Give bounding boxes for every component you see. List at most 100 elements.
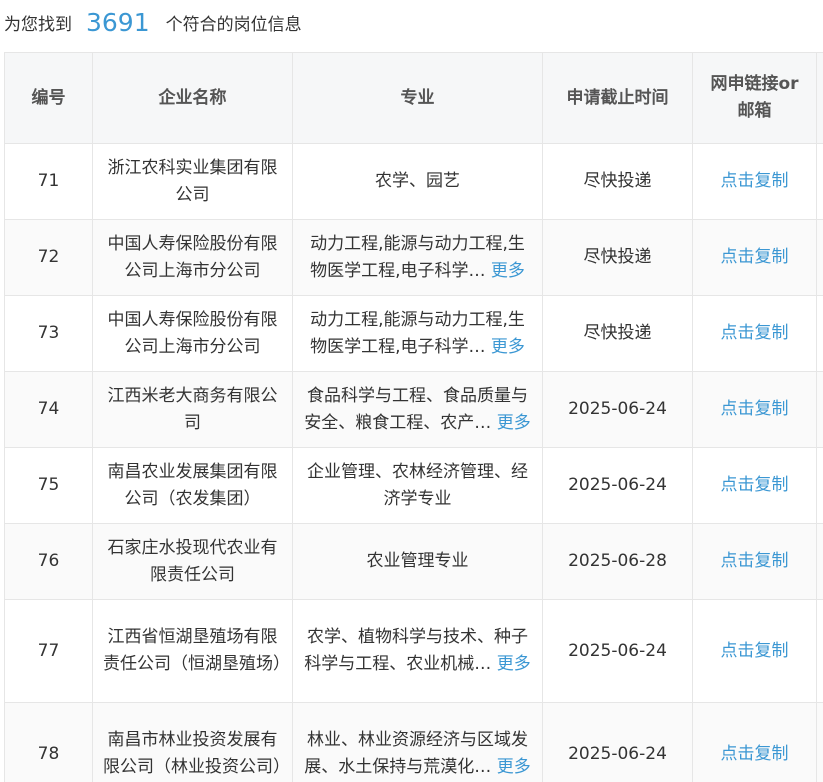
cell-deadline: 2025-06-28 (542, 523, 693, 600)
cell-company: 江西省恒湖垦殖场有限责任公司（恒湖垦殖场） (92, 599, 293, 703)
table-row: 74 江西米老大商务有限公司 食品科学与工程、食品质量与安全、粮食工程、农产… 更多… (4, 371, 823, 448)
job-table-container[interactable]: 编号 企业名称 专业 申请截止时间 网申链接or 邮箱 71 浙江农科实业集团有限… (4, 52, 823, 782)
cell-link: 点击复制 (692, 702, 817, 782)
cell-no: 71 (4, 143, 93, 220)
cell-company: 中国人寿保险股份有限公司上海市分公司 (92, 219, 293, 296)
more-link[interactable]: 更多 (491, 337, 525, 357)
more-link[interactable]: 更多 (491, 261, 525, 281)
cell-no: 78 (4, 702, 93, 782)
cell-deadline: 2025-06-24 (542, 702, 693, 782)
major-text: 农学、园艺 (375, 171, 460, 191)
cell-link: 点击复制 (692, 219, 817, 296)
header-no: 编号 (4, 52, 93, 144)
table-row: 72 中国人寿保险股份有限公司上海市分公司 动力工程,能源与动力工程,生物医学工程,… (4, 219, 823, 296)
table-row: 71 浙江农科实业集团有限公司 农学、园艺 尽快投递 点击复制 (4, 143, 823, 220)
copy-link-button[interactable]: 点击复制 (721, 399, 789, 419)
company-name: 江西省恒湖垦殖场有限责任公司（恒湖垦殖场） (103, 627, 290, 674)
cell-major: 企业管理、农林经济管理、经济学专业 (292, 447, 543, 524)
cell-major: 农业管理专业 (292, 523, 543, 600)
more-link[interactable]: 更多 (497, 413, 531, 433)
company-name: 南昌市林业投资发展有限公司（林业投资公司） (103, 730, 290, 777)
cell-deadline: 尽快投递 (542, 295, 693, 372)
major-text: 林业、林业资源经济与区域发展、水土保持与荒漠化… (304, 730, 528, 777)
cell-major: 农学、植物科学与技术、种子科学与工程、农业机械… 更多 (292, 599, 543, 703)
cell-extra (816, 219, 823, 296)
major-text: 企业管理、农林经济管理、经济学专业 (307, 461, 528, 509)
company-name: 江西米老大商务有限公司 (107, 385, 278, 433)
cell-extra (816, 295, 823, 372)
header-link-line1: 网申链接or (710, 74, 799, 94)
cell-no: 74 (4, 371, 93, 448)
cell-extra (816, 143, 823, 220)
company-name: 南昌农业发展集团有限公司（农发集团） (107, 461, 278, 509)
cell-deadline: 尽快投递 (542, 143, 693, 220)
copy-link-button[interactable]: 点击复制 (721, 475, 789, 495)
table-row: 73 中国人寿保险股份有限公司上海市分公司 动力工程,能源与动力工程,生物医学工程,… (4, 295, 823, 372)
cell-no: 73 (4, 295, 93, 372)
major-wrap: 食品科学与工程、食品质量与安全、粮食工程、农产… 更多 (303, 383, 532, 437)
cell-company: 江西米老大商务有限公司 (92, 371, 293, 448)
cell-major: 食品科学与工程、食品质量与安全、粮食工程、农产… 更多 (292, 371, 543, 448)
cell-link: 点击复制 (692, 371, 817, 448)
company-name: 石家庄水投现代农业有限责任公司 (107, 537, 278, 585)
table-header-row: 编号 企业名称 专业 申请截止时间 网申链接or 邮箱 (4, 52, 823, 144)
major-wrap: 动力工程,能源与动力工程,生物医学工程,电子科学… 更多 (303, 231, 532, 285)
copy-link-button[interactable]: 点击复制 (721, 171, 789, 191)
summary-prefix: 为您找到 (4, 14, 72, 35)
cell-major: 农学、园艺 (292, 143, 543, 220)
cell-extra (816, 523, 823, 600)
cell-no: 76 (4, 523, 93, 600)
more-link[interactable]: 更多 (497, 654, 531, 674)
cell-deadline: 尽快投递 (542, 219, 693, 296)
cell-company: 浙江农科实业集团有限公司 (92, 143, 293, 220)
cell-company: 中国人寿保险股份有限公司上海市分公司 (92, 295, 293, 372)
more-link[interactable]: 更多 (497, 757, 531, 777)
cell-link: 点击复制 (692, 143, 817, 220)
cell-no: 72 (4, 219, 93, 296)
cell-no: 77 (4, 599, 93, 703)
cell-major: 动力工程,能源与动力工程,生物医学工程,电子科学… 更多 (292, 219, 543, 296)
company-name: 中国人寿保险股份有限公司上海市分公司 (107, 233, 278, 281)
summary-suffix: 个符合的岗位信息 (165, 14, 302, 35)
major-wrap: 林业、林业资源经济与区域发展、水土保持与荒漠化… 更多 (303, 727, 532, 781)
cell-link: 点击复制 (692, 447, 817, 524)
cell-link: 点击复制 (692, 295, 817, 372)
company-name: 浙江农科实业集团有限公司 (107, 157, 278, 205)
results-summary: 为您找到 3691 个符合的岗位信息 (4, 2, 302, 42)
major-wrap: 农学、园艺 (303, 168, 532, 195)
job-table: 编号 企业名称 专业 申请截止时间 网申链接or 邮箱 71 浙江农科实业集团有限… (4, 52, 823, 782)
cell-extra (816, 371, 823, 448)
cell-company: 石家庄水投现代农业有限责任公司 (92, 523, 293, 600)
major-wrap: 农学、植物科学与技术、种子科学与工程、农业机械… 更多 (303, 624, 532, 678)
header-extra (816, 52, 823, 144)
header-major: 专业 (292, 52, 543, 144)
copy-link-button[interactable]: 点击复制 (721, 247, 789, 267)
cell-company: 南昌市林业投资发展有限公司（林业投资公司） (92, 702, 293, 782)
cell-extra (816, 599, 823, 703)
header-deadline: 申请截止时间 (542, 52, 693, 144)
major-wrap: 企业管理、农林经济管理、经济学专业 (303, 459, 532, 513)
cell-major: 林业、林业资源经济与区域发展、水土保持与荒漠化… 更多 (292, 702, 543, 782)
cell-company: 南昌农业发展集团有限公司（农发集团） (92, 447, 293, 524)
cell-extra (816, 702, 823, 782)
results-count: 3691 (86, 7, 150, 37)
major-wrap: 农业管理专业 (303, 548, 532, 575)
header-company: 企业名称 (92, 52, 293, 144)
table-row: 78 南昌市林业投资发展有限公司（林业投资公司） 林业、林业资源经济与区域发展、水土… (4, 702, 823, 782)
header-link-line2: 邮箱 (737, 101, 772, 121)
copy-link-button[interactable]: 点击复制 (721, 323, 789, 343)
header-link: 网申链接or 邮箱 (692, 52, 817, 144)
copy-link-button[interactable]: 点击复制 (721, 744, 789, 764)
cell-link: 点击复制 (692, 599, 817, 703)
cell-deadline: 2025-06-24 (542, 599, 693, 703)
major-text: 农学、植物科学与技术、种子科学与工程、农业机械… (304, 627, 528, 674)
copy-link-button[interactable]: 点击复制 (721, 551, 789, 571)
cell-link: 点击复制 (692, 523, 817, 600)
cell-no: 75 (4, 447, 93, 524)
cell-deadline: 2025-06-24 (542, 371, 693, 448)
table-row: 75 南昌农业发展集团有限公司（农发集团） 企业管理、农林经济管理、经济学专业 202… (4, 447, 823, 524)
company-name: 中国人寿保险股份有限公司上海市分公司 (107, 309, 278, 357)
table-row: 76 石家庄水投现代农业有限责任公司 农业管理专业 2025-06-28 点击复制 (4, 523, 823, 600)
major-text: 农业管理专业 (366, 551, 469, 571)
copy-link-button[interactable]: 点击复制 (721, 641, 789, 661)
